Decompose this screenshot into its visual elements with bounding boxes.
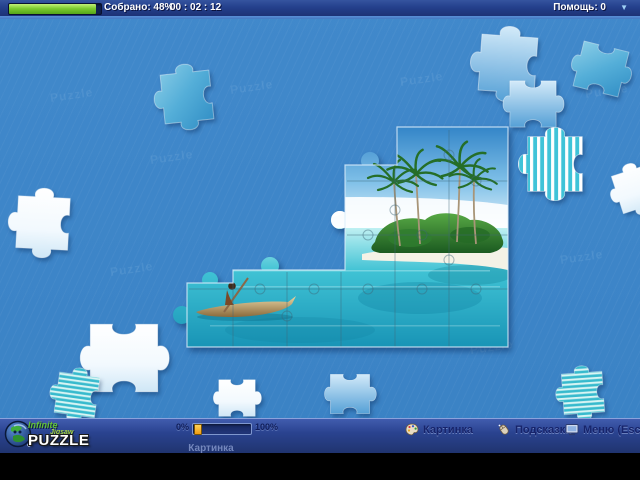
- collected-label: Собрано: 48%: [104, 2, 173, 13]
- zoom-slider[interactable]: [192, 423, 252, 435]
- letterbox: [0, 452, 640, 480]
- game-window: Puzzle Puzzle Puzzle Puzzle Puzzle Puzzl…: [0, 0, 640, 480]
- slider-caption: Картинка: [176, 443, 246, 454]
- zoom-slider-handle[interactable]: [194, 424, 202, 435]
- help-counter: Помощь: 0: [553, 2, 606, 13]
- puzzle-piece[interactable]: [314, 366, 386, 422]
- puzzle-piece[interactable]: [559, 21, 640, 117]
- game-logo: Infinite Jigsaw PUZZLE: [4, 419, 89, 451]
- picture-button[interactable]: Картинка: [405, 423, 473, 436]
- chevron-down-icon[interactable]: ▼: [620, 3, 628, 12]
- timer: 00 : 02 : 12: [170, 2, 221, 13]
- puzzle-piece[interactable]: [597, 143, 640, 234]
- hint-button[interactable]: Подсказка: [497, 423, 571, 436]
- puzzle-piece[interactable]: [516, 106, 594, 222]
- watermark: Puzzle: [49, 85, 94, 105]
- puzzle-board[interactable]: Puzzle Puzzle Puzzle Puzzle Puzzle Puzzl…: [0, 0, 640, 452]
- puzzle-piece[interactable]: [542, 361, 624, 424]
- assembled-puzzle[interactable]: [170, 120, 515, 352]
- mouse-icon: [497, 423, 511, 436]
- slider-min-label: 0%: [176, 422, 189, 432]
- top-status-bar: Собрано: 48% 00 : 02 : 12 Помощь: 0 ▼: [0, 0, 640, 16]
- picture-zoom-slider-group: 0% 100% Картинка: [176, 422, 278, 454]
- menu-button-label: Меню (Esc): [583, 424, 640, 436]
- menu-button[interactable]: Меню (Esc): [565, 423, 640, 436]
- watermark: Puzzle: [559, 247, 604, 267]
- puzzle-piece[interactable]: [202, 372, 272, 424]
- slider-max-label: 100%: [255, 422, 278, 432]
- picture-button-label: Картинка: [423, 424, 473, 436]
- watermark: Puzzle: [109, 259, 154, 279]
- progress-bar: [8, 3, 102, 15]
- logo-line1: Infinite: [28, 421, 89, 429]
- hint-button-label: Подсказка: [515, 424, 571, 436]
- puzzle-piece[interactable]: [4, 184, 82, 262]
- watermark: Puzzle: [399, 69, 444, 89]
- palette-icon: [405, 423, 419, 436]
- progress-fill: [9, 4, 96, 14]
- monitor-icon: [565, 423, 579, 436]
- logo-line3: PUZZLE: [28, 437, 89, 445]
- watermark: Puzzle: [229, 77, 274, 97]
